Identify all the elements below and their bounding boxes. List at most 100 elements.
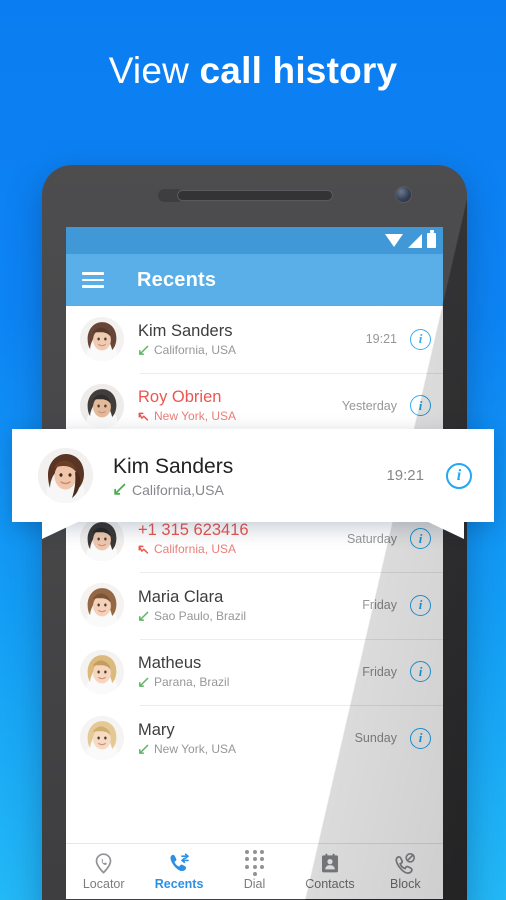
call-time: 19:21 xyxy=(386,467,424,484)
info-icon[interactable]: i xyxy=(410,594,431,616)
nav-item-label: Contacts xyxy=(305,876,355,891)
call-item-meta: Kim Sanders California, USA xyxy=(138,321,366,358)
nav-icon-wrapper xyxy=(394,852,416,874)
contact-location: California, USA xyxy=(154,342,237,357)
avatar-image xyxy=(80,516,124,561)
contact-name: Kim Sanders xyxy=(138,321,233,340)
hamburger-bar xyxy=(82,285,104,288)
call-history-list: Kim Sanders California, USA 19:21 i Roy Obri… xyxy=(66,306,443,772)
incoming-call-arrow-icon xyxy=(139,345,149,355)
phone-blocked-icon xyxy=(395,852,416,874)
avatar xyxy=(80,583,124,628)
nav-item-label: Recents xyxy=(154,876,204,891)
status-bar xyxy=(66,227,443,254)
contact-location-row: Sao Paulo, Brazil xyxy=(138,609,362,624)
call-time: Friday xyxy=(362,664,397,679)
status-bar-icons xyxy=(385,227,436,254)
info-icon[interactable]: i xyxy=(410,328,431,350)
nav-item-contacts[interactable]: Contacts xyxy=(292,853,367,891)
highlight-overlay-card[interactable]: Kim Sanders California,USA 19:21 i xyxy=(12,429,494,539)
nav-icon-wrapper xyxy=(321,853,339,874)
contact-location-row: California,USA xyxy=(113,482,386,498)
contact-location-row: Parana, Brazil xyxy=(138,675,362,690)
contact-location-row: New York, USA xyxy=(138,409,342,424)
nav-item-label: Dial xyxy=(243,876,266,891)
call-item-meta: +1 315 623416 California, USA xyxy=(138,520,347,557)
call-item-meta: Roy Obrien New York, USA xyxy=(138,387,342,424)
bottom-navigation-bar: Locator Recents Dial Contacts Block xyxy=(66,843,443,899)
contact-location: Parana, Brazil xyxy=(154,675,230,690)
info-icon[interactable]: i xyxy=(410,661,431,683)
contact-name: Kim Sanders xyxy=(113,454,234,478)
call-time: Friday xyxy=(362,598,397,613)
front-camera xyxy=(396,187,411,202)
wifi-icon xyxy=(385,234,403,247)
nav-icon-wrapper xyxy=(94,852,113,874)
nav-item-label: Locator xyxy=(82,876,125,891)
overlay-card-surface[interactable]: Kim Sanders California,USA 19:21 i xyxy=(12,429,494,522)
contact-name: Mary xyxy=(138,720,175,739)
call-item-meta: Maria Clara Sao Paulo, Brazil xyxy=(138,587,362,624)
call-item-meta: Mary New York, USA xyxy=(138,720,355,757)
contact-location-row: California, USA xyxy=(138,542,347,557)
dialpad-icon xyxy=(245,850,264,876)
overlay-call-row[interactable]: Kim Sanders California,USA 19:21 i xyxy=(12,429,494,522)
info-icon[interactable]: i xyxy=(410,528,431,550)
avatar-image xyxy=(80,716,124,761)
call-list-item[interactable]: Kim Sanders California, USA 19:21 i xyxy=(66,306,443,373)
contact-location-row: New York, USA xyxy=(138,742,355,757)
page-title: View call history xyxy=(0,48,506,94)
phone-screen: Recents Kim Sanders California, USA 19:21 i… xyxy=(66,227,443,899)
incoming-call-arrow-icon xyxy=(139,611,149,621)
avatar xyxy=(80,716,124,761)
avatar-image xyxy=(80,583,124,628)
nav-item-locator[interactable]: Locator xyxy=(66,852,141,891)
nav-icon-wrapper xyxy=(168,852,191,874)
contact-location-row: California, USA xyxy=(138,343,366,358)
hamburger-bar xyxy=(82,272,104,275)
nav-item-dial[interactable]: Dial xyxy=(217,850,292,891)
contact-location: California, USA xyxy=(154,542,237,557)
contact-location: New York, USA xyxy=(154,741,237,756)
page-title-thin: View xyxy=(108,50,190,91)
avatar-image xyxy=(80,317,124,362)
avatar xyxy=(80,516,124,561)
contact-location: California,USA xyxy=(132,481,224,498)
call-list-item[interactable]: Maria Clara Sao Paulo, Brazil Friday i xyxy=(66,572,443,639)
info-icon[interactable]: i xyxy=(410,727,431,749)
battery-icon xyxy=(427,230,436,248)
info-icon[interactable]: i xyxy=(446,462,472,489)
avatar-image xyxy=(80,383,124,428)
avatar-image xyxy=(80,649,124,694)
nav-item-recents[interactable]: Recents xyxy=(141,852,216,891)
earpiece-speaker xyxy=(176,190,333,201)
app-bar: Recents xyxy=(66,254,443,306)
call-time: Saturday xyxy=(346,531,397,546)
avatar xyxy=(80,383,124,428)
call-list-item[interactable]: Matheus Parana, Brazil Friday i xyxy=(66,638,443,705)
contact-location: New York, USA xyxy=(154,409,237,424)
avatar-image xyxy=(38,448,93,503)
avatar xyxy=(38,448,93,503)
info-icon[interactable]: i xyxy=(410,395,431,417)
contact-name: Maria Clara xyxy=(138,587,224,606)
location-pin-phone-icon xyxy=(95,852,112,874)
contact-location: Sao Paulo, Brazil xyxy=(154,608,247,623)
hamburger-menu-icon[interactable] xyxy=(82,272,104,288)
contact-name: +1 315 623416 xyxy=(138,521,249,540)
nav-item-label: Block xyxy=(390,876,421,891)
phone-recents-icon xyxy=(170,852,189,871)
incoming-call-arrow-icon xyxy=(139,744,149,754)
contact-card-icon xyxy=(321,853,338,872)
call-time: Yesterday xyxy=(341,398,397,413)
call-time: Sunday xyxy=(354,731,397,746)
nav-item-block[interactable]: Block xyxy=(368,852,443,891)
call-list-item[interactable]: Mary New York, USA Sunday i xyxy=(66,705,443,772)
missed-call-arrow-icon xyxy=(138,545,149,554)
incoming-call-arrow-icon xyxy=(114,483,126,495)
avatar xyxy=(80,649,124,694)
call-item-meta: Matheus Parana, Brazil xyxy=(138,653,362,690)
contact-name: Matheus xyxy=(138,654,202,673)
call-time: 19:21 xyxy=(365,332,397,347)
app-bar-title: Recents xyxy=(137,268,217,291)
